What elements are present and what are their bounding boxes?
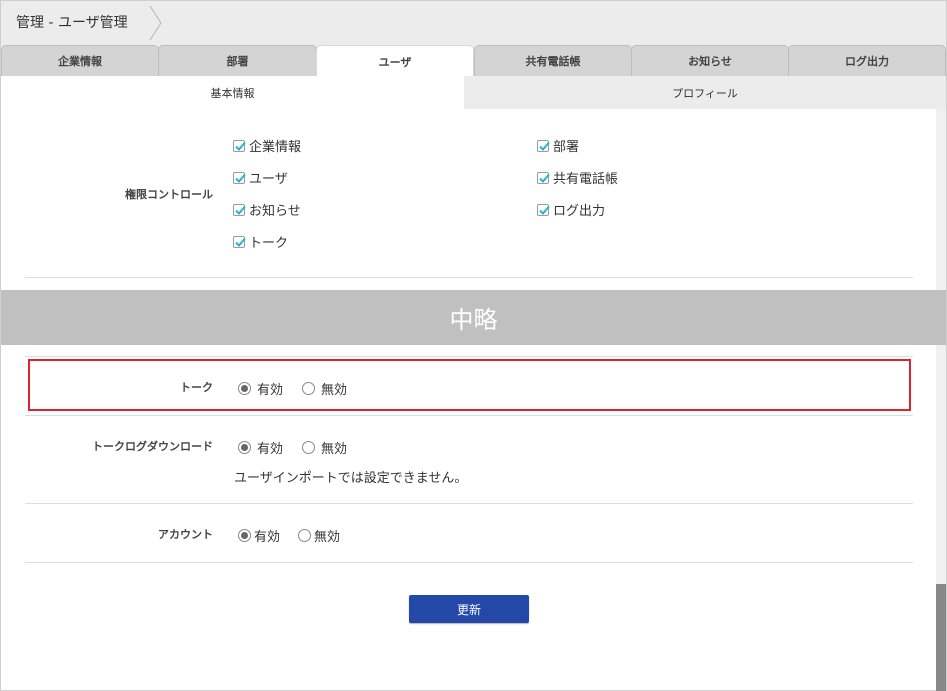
checkbox-checked-icon (233, 235, 246, 248)
divider (25, 277, 913, 278)
radio-checked-icon (238, 441, 251, 454)
talk-enabled-radio[interactable]: 有効 (238, 379, 283, 398)
checkbox-checked-icon (537, 203, 550, 216)
radio-unchecked-icon (302, 382, 315, 395)
tab-notices[interactable]: お知らせ (631, 45, 789, 76)
tab-log-output[interactable]: ログ出力 (788, 45, 946, 76)
import-note: ユーザインポートでは設定できません。 (234, 471, 468, 486)
talk-log-download-label: トークログダウンロード (92, 440, 213, 453)
divider (25, 562, 913, 563)
checkbox-company-info[interactable]: 企業情報 (233, 136, 301, 155)
tab-user[interactable]: ユーザ (316, 45, 474, 77)
breadcrumb-chevron-icon (149, 5, 162, 41)
checkbox-shared-phonebook[interactable]: 共有電話帳 (537, 168, 618, 187)
checkbox-log-output[interactable]: ログ出力 (537, 200, 605, 219)
checkbox-checked-icon (233, 139, 246, 152)
tab-shared-phonebook[interactable]: 共有電話帳 (474, 45, 632, 76)
talk-disabled-radio[interactable]: 無効 (302, 379, 347, 398)
tab-department[interactable]: 部署 (158, 45, 317, 76)
talk-setting-label: トーク (180, 381, 213, 394)
radio-checked-icon (238, 382, 251, 395)
account-label: アカウント (158, 528, 213, 541)
talk-log-disabled-radio[interactable]: 無効 (302, 438, 347, 457)
account-enabled-radio[interactable]: 有効 (238, 526, 280, 545)
account-disabled-radio[interactable]: 無効 (298, 526, 340, 545)
main-tabs: 企業情報 部署 ユーザ 共有電話帳 お知らせ ログ出力 (1, 45, 946, 77)
scrollbar-thumb[interactable] (936, 584, 946, 691)
checkbox-user[interactable]: ユーザ (233, 168, 288, 187)
tab-company-info[interactable]: 企業情報 (1, 45, 159, 76)
checkbox-department[interactable]: 部署 (537, 136, 579, 155)
subtab-basic-info[interactable]: 基本情報 (1, 76, 464, 109)
sub-tabs: 基本情報 プロフィール (1, 76, 946, 109)
radio-unchecked-icon (298, 529, 311, 542)
divider (25, 415, 913, 416)
checkbox-notices[interactable]: お知らせ (233, 200, 301, 219)
divider (25, 503, 913, 504)
checkbox-checked-icon (233, 171, 246, 184)
checkbox-checked-icon (537, 139, 550, 152)
checkbox-checked-icon (537, 171, 550, 184)
radio-checked-icon (238, 529, 251, 542)
breadcrumb: 管理 - ユーザ管理 (1, 1, 946, 45)
omission-band: 中略 (1, 290, 946, 345)
permission-control-label: 権限コントロール (125, 188, 213, 201)
checkbox-checked-icon (233, 203, 246, 216)
divider (25, 356, 913, 357)
radio-unchecked-icon (302, 441, 315, 454)
checkbox-talk[interactable]: トーク (233, 232, 288, 251)
page-title: 管理 - ユーザ管理 (16, 15, 128, 31)
talk-log-enabled-radio[interactable]: 有効 (238, 438, 283, 457)
subtab-profile[interactable]: プロフィール (464, 76, 946, 109)
update-button[interactable]: 更新 (409, 595, 529, 623)
